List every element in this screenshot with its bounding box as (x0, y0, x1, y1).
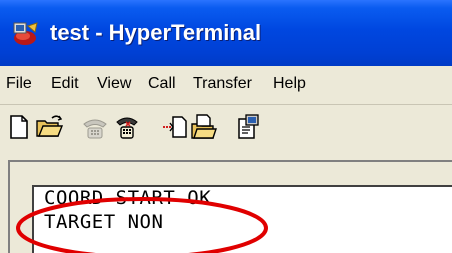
receive-folder-icon[interactable] (188, 112, 218, 142)
new-document-icon[interactable] (4, 112, 34, 142)
send-document-icon[interactable] (160, 112, 190, 142)
window-title: test - HyperTerminal (50, 20, 262, 45)
menu-call[interactable]: Call (148, 75, 176, 93)
toolbar (0, 105, 452, 150)
properties-icon[interactable] (233, 112, 263, 142)
disconnect-icon[interactable] (112, 112, 142, 142)
hyperterminal-window: test - HyperTerminal File Edit View Call… (0, 0, 452, 253)
menu-bar: File Edit View Call Transfer Help (0, 66, 452, 105)
menu-help[interactable]: Help (273, 75, 306, 93)
menu-edit[interactable]: Edit (51, 75, 79, 93)
menu-transfer[interactable]: Transfer (193, 75, 252, 93)
terminal-line: COORD START OK (44, 187, 212, 209)
open-folder-icon[interactable] (34, 112, 64, 142)
hyperterminal-app-icon[interactable] (10, 20, 40, 48)
terminal-screen[interactable]: COORD START OK TARGET NON (32, 185, 452, 253)
terminal-line: TARGET NON (44, 211, 164, 233)
title-bar[interactable]: test - HyperTerminal (0, 0, 452, 66)
menu-file[interactable]: File (6, 75, 32, 93)
menu-view[interactable]: View (97, 75, 131, 93)
phone-icon[interactable] (80, 112, 110, 142)
